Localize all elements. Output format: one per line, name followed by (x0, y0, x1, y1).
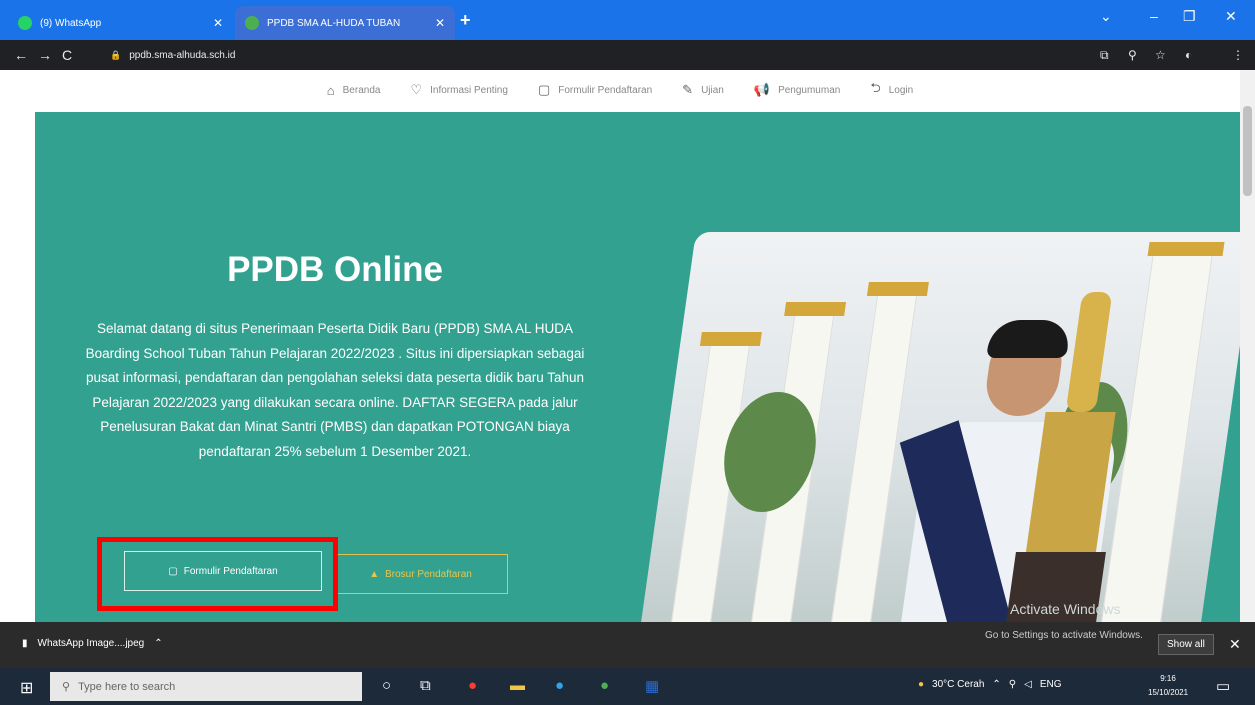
tab-label: PPDB SMA AL-HUDA TUBAN (267, 17, 401, 29)
search-icon: ⚲ (62, 681, 71, 693)
trophy-cup (1065, 292, 1113, 412)
button-label: Brosur Pendaftaran (385, 568, 472, 580)
bookmark-star-icon[interactable]: ☆ (1155, 48, 1166, 62)
zoom-icon[interactable]: ⚲ (1128, 48, 1137, 62)
nav-label: Pengumuman (778, 84, 841, 96)
weather-text[interactable]: 30°C Cerah (932, 679, 984, 690)
activate-windows-title: Activate Windows (1010, 601, 1121, 617)
nav-label: Ujian (701, 84, 724, 96)
megaphone-icon: 📢 (753, 82, 771, 97)
cortana-icon[interactable]: ○ (382, 677, 391, 694)
new-tab-button[interactable]: + (460, 10, 471, 31)
reload-icon[interactable]: C (62, 47, 72, 63)
clock-date: 15/10/2021 (1148, 688, 1189, 697)
system-tray: ● 30°C Cerah ⌃ ⚲ ◁ ENG (918, 679, 1062, 690)
scrollbar[interactable] (1240, 70, 1255, 622)
nav-label: Formulir Pendaftaran (558, 84, 653, 96)
speaker-icon[interactable]: ◁ (1024, 679, 1032, 690)
nav-label: Informasi Penting (430, 84, 508, 96)
hero-description: Selamat datang di situs Penerimaan Peser… (85, 321, 585, 459)
forward-icon[interactable]: → (38, 47, 52, 63)
lock-icon: 🔒 (110, 49, 122, 60)
activate-windows-text: Go to Settings to activate Windows. (985, 630, 1143, 641)
translate-icon[interactable]: ⧉ (1100, 48, 1109, 63)
close-window-icon[interactable]: ✕ (1225, 8, 1237, 25)
word-icon[interactable]: ▦ (645, 677, 659, 695)
edit-icon: ✎ (682, 82, 694, 97)
file-explorer-icon[interactable]: ▬ (510, 677, 525, 694)
warning-icon: ▲ (369, 568, 380, 580)
tab-label: (9) WhatsApp (40, 17, 102, 29)
brosur-pendaftaran-button[interactable]: ▲ Brosur Pendaftaran (333, 554, 508, 594)
notifications-icon[interactable]: ▭ (1216, 677, 1230, 695)
minimize-icon[interactable]: – (1150, 8, 1158, 24)
pillar-capital (866, 282, 929, 296)
chrome-icon[interactable]: ● (600, 677, 609, 694)
hero-photo (634, 232, 1255, 672)
highlight-box (97, 537, 338, 611)
hero-title: PPDB Online (227, 250, 443, 289)
task-view-icon[interactable]: ⧉ (420, 677, 431, 694)
nav-item-formulir[interactable]: ▢ Formulir Pendaftaran (538, 82, 652, 98)
show-all-button[interactable]: Show all (1158, 634, 1214, 655)
trophy-body (1024, 412, 1116, 562)
weather-icon: ● (918, 679, 925, 690)
download-bar: ▮ WhatsApp Image....jpeg ⌃ Go to Setting… (0, 622, 1255, 668)
scrollbar-thumb[interactable] (1243, 106, 1252, 196)
opera-icon[interactable]: ● (468, 677, 477, 694)
nav-label: Login (888, 84, 914, 96)
close-tab-icon[interactable]: ✕ (435, 16, 445, 30)
download-item[interactable]: ▮ WhatsApp Image....jpeg ⌃ (22, 638, 163, 649)
clock-time: 9:16 (1160, 674, 1176, 683)
clock[interactable]: 9:16 15/10/2021 (1148, 672, 1188, 700)
close-tab-icon[interactable]: ✕ (213, 16, 223, 30)
windows-start-icon[interactable]: ⊞ (20, 678, 33, 698)
file-icon: ▮ (22, 638, 28, 649)
language-indicator[interactable]: ENG (1040, 679, 1062, 690)
nav-item-pengumuman[interactable]: 📢 Pengumuman (754, 82, 840, 98)
url-field[interactable]: 🔒 ppdb.sma-alhuda.sch.id (110, 45, 1010, 65)
login-icon: ⮌ (870, 80, 881, 95)
home-icon: ⌂ (326, 82, 335, 98)
tab-ppdb[interactable]: PPDB SMA AL-HUDA TUBAN ✕ (235, 6, 455, 40)
restore-icon[interactable]: ❐ (1183, 8, 1196, 25)
nav-item-beranda[interactable]: ⌂ Beranda (327, 83, 381, 98)
edge-icon[interactable]: ● (555, 677, 564, 694)
browser-tab-bar: (9) WhatsApp ✕ PPDB SMA AL-HUDA TUBAN ✕ … (0, 0, 1255, 40)
search-placeholder: Type here to search (78, 680, 176, 693)
chevron-up-icon[interactable]: ⌃ (992, 679, 1000, 690)
taskbar-search[interactable]: ⚲ Type here to search (50, 672, 362, 701)
nav-label: Beranda (342, 84, 381, 96)
form-icon: ▢ (537, 82, 551, 97)
taskbar: ⊞ ⚲ Type here to search ○ ⧉ ● ▬ ● ● ▦ ● … (0, 668, 1255, 705)
whatsapp-icon (18, 16, 32, 30)
heart-icon: ♡ (410, 82, 423, 97)
nav-item-informasi-penting[interactable]: ♡ Informasi Penting (410, 82, 507, 98)
tab-whatsapp[interactable]: (9) WhatsApp ✕ (8, 6, 233, 40)
site-favicon-icon (245, 16, 259, 30)
pillar-capital (784, 302, 847, 316)
site-navigation: ⌂ Beranda ♡ Informasi Penting ▢ Formulir… (0, 70, 1240, 110)
nav-item-login[interactable]: ⮌ Login (870, 79, 913, 101)
menu-kebab-icon[interactable]: ⋮ (1232, 48, 1244, 62)
address-bar: ← → C 🔒 ppdb.sma-alhuda.sch.id ⧉ ⚲ ☆ ◐ ⋮ (0, 40, 1255, 70)
network-icon[interactable]: ⚲ (1009, 679, 1016, 690)
back-icon[interactable]: ← (14, 47, 28, 63)
download-file-name: WhatsApp Image....jpeg (37, 638, 145, 649)
chevron-up-icon[interactable]: ⌃ (154, 638, 162, 649)
close-download-bar-icon[interactable]: ✕ (1229, 636, 1241, 653)
pillar-capital (699, 332, 762, 346)
url-text: ppdb.sma-alhuda.sch.id (129, 49, 236, 61)
nav-item-ujian[interactable]: ✎ Ujian (682, 82, 724, 98)
profile-icon[interactable]: ◐ (1185, 48, 1192, 62)
tab-search-icon[interactable]: ⌄ (1100, 8, 1112, 25)
pillar-capital (1147, 242, 1225, 256)
